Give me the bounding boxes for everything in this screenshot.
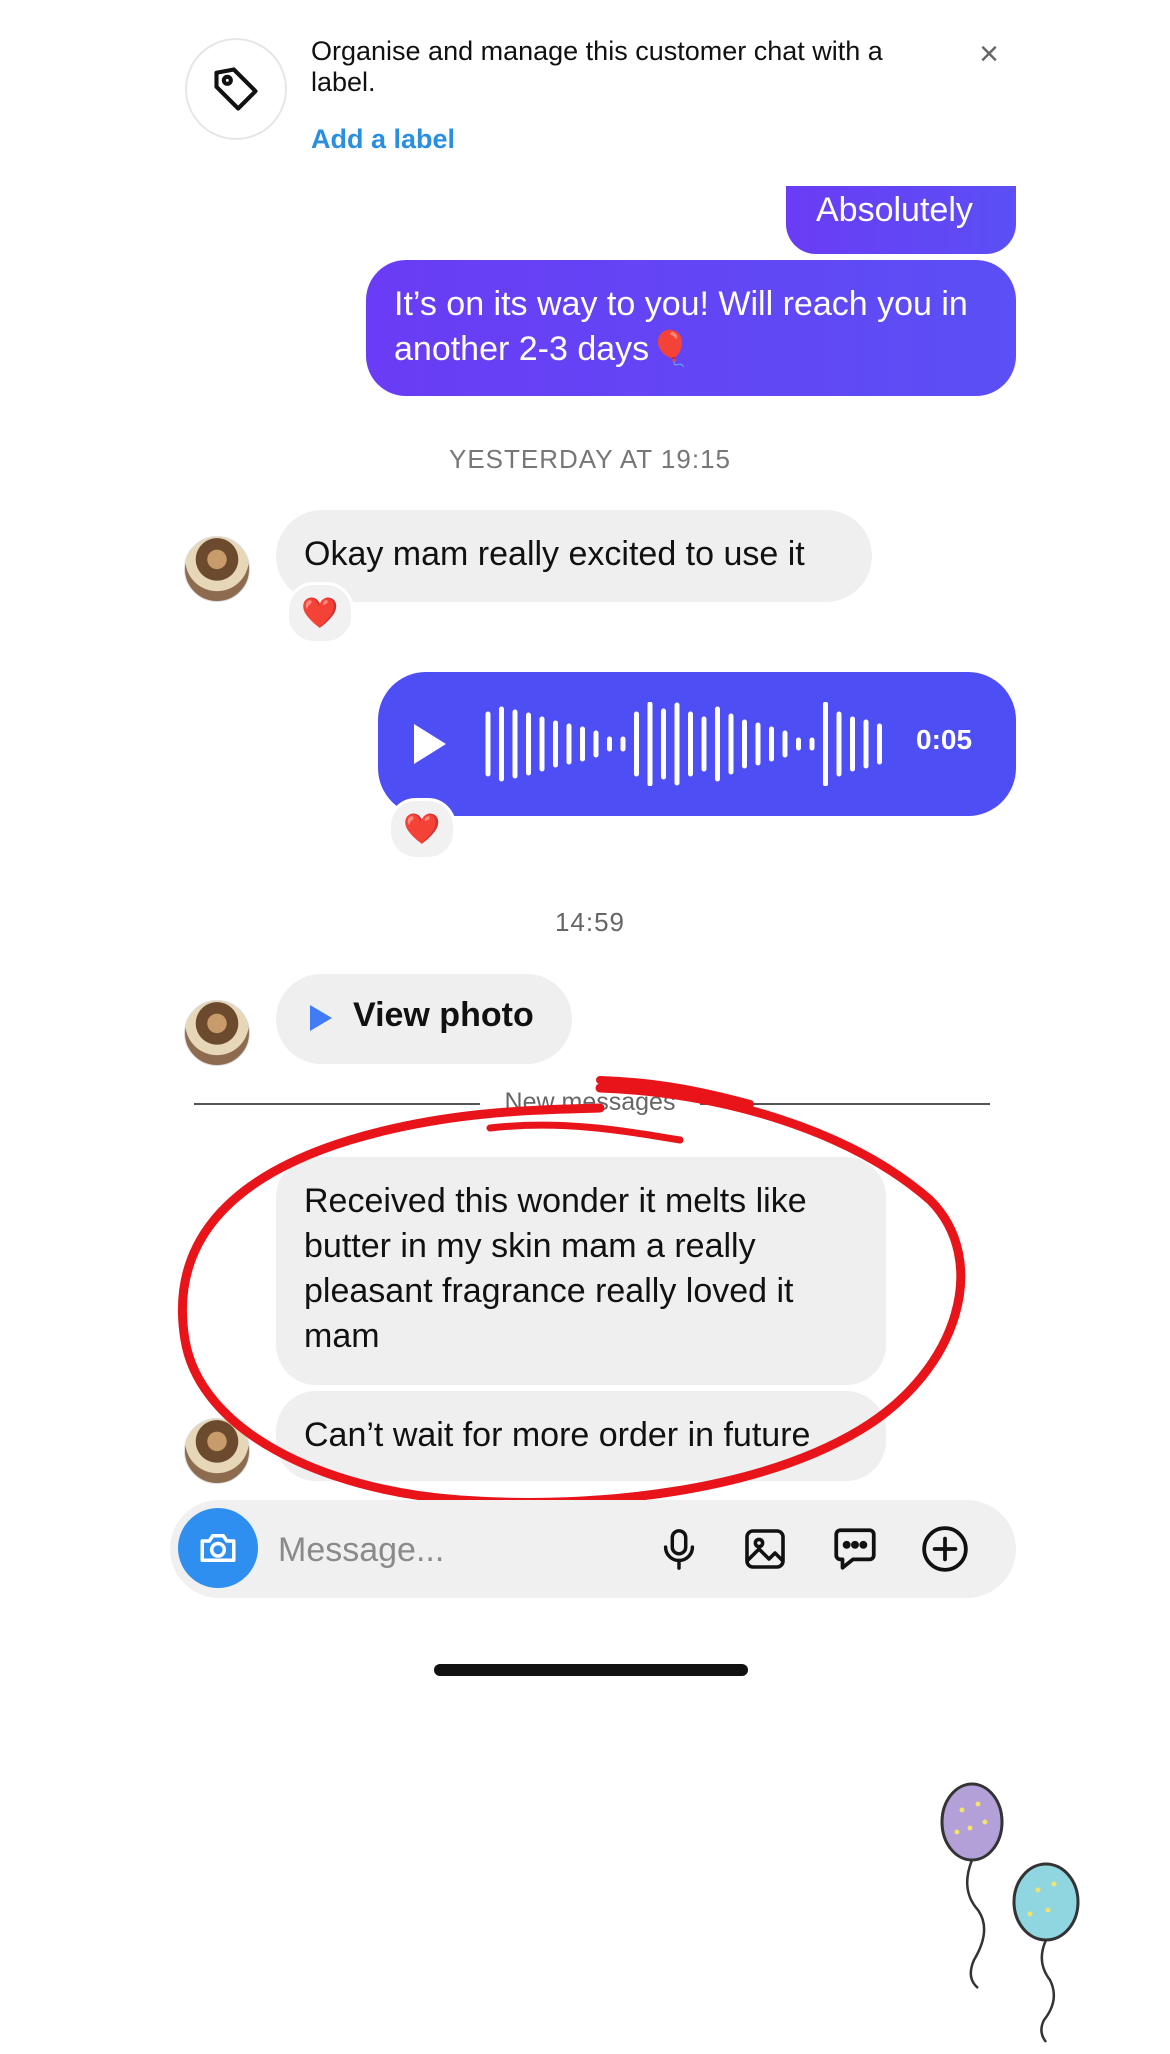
gallery-button[interactable] <box>738 1522 792 1576</box>
incoming-message[interactable]: Okay mam really excited to use it <box>276 510 872 602</box>
microphone-button[interactable] <box>652 1522 706 1576</box>
heart-reaction[interactable]: ❤️ <box>286 582 354 644</box>
message-composer <box>170 1500 1016 1598</box>
microphone-icon <box>663 1529 695 1570</box>
camera-icon <box>200 1534 236 1562</box>
sticker-chat-icon <box>834 1528 876 1570</box>
tag-icon <box>214 67 258 111</box>
message-text: Okay mam really excited to use it <box>304 535 805 573</box>
add-button[interactable] <box>918 1522 972 1576</box>
add-label-link[interactable]: Add a label <box>311 124 455 155</box>
timestamp: YESTERDAY AT 19:15 <box>449 444 731 474</box>
play-icon <box>310 1005 332 1031</box>
home-indicator <box>434 1664 748 1676</box>
outgoing-message[interactable]: Absolutely <box>786 186 1016 254</box>
voice-duration: 0:05 <box>916 724 973 755</box>
heart-icon: ❤️ <box>403 812 441 846</box>
gallery-icon <box>745 1529 785 1569</box>
heart-reaction[interactable]: ❤️ <box>388 798 456 860</box>
camera-button[interactable] <box>178 1508 258 1588</box>
view-photo-button[interactable]: View photo <box>276 974 572 1064</box>
message-text: Absolutely <box>816 191 973 229</box>
heart-icon: ❤️ <box>301 596 339 630</box>
balloons-decoration <box>940 1782 1080 2043</box>
annotation-circle <box>177 1076 966 1507</box>
label-banner-text: Organise and manage this customer chat w… <box>311 36 883 97</box>
plus-icon <box>922 1526 968 1572</box>
timestamp: 14:59 <box>554 907 626 937</box>
sticker-chat-button[interactable] <box>828 1522 882 1576</box>
avatar[interactable] <box>184 1000 250 1066</box>
message-input[interactable] <box>276 1522 640 1578</box>
play-icon[interactable] <box>414 724 446 764</box>
waveform <box>485 702 882 786</box>
label-tag-badge <box>185 38 287 140</box>
voice-message[interactable]: 0:05 <box>378 672 1016 816</box>
message-text: It’s on its way to you! Will reach you i… <box>394 285 968 368</box>
avatar[interactable] <box>184 536 250 602</box>
close-icon[interactable]: × <box>974 36 1004 72</box>
outgoing-message[interactable]: It’s on its way to you! Will reach you i… <box>366 260 1016 396</box>
view-photo-label: View photo <box>353 996 534 1034</box>
